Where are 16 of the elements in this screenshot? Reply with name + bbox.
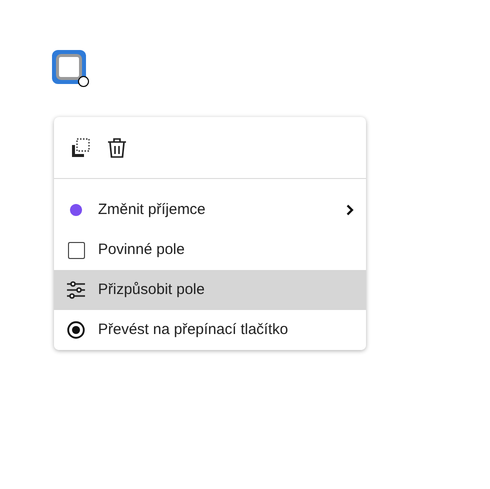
menu-item[interactable]: Přizpůsobit pole — [54, 270, 366, 310]
menu-item-label: Převést na přepínací tlačítko — [98, 320, 290, 340]
form-field[interactable] — [52, 50, 86, 84]
delete-icon[interactable] — [106, 136, 128, 158]
chevron-right-icon — [346, 204, 354, 216]
radio-icon — [67, 321, 85, 339]
menu-item[interactable]: Povinné pole — [54, 230, 366, 270]
menu-item[interactable]: Změnit příjemce — [54, 190, 366, 230]
menu-item[interactable]: Převést na přepínací tlačítko — [54, 310, 366, 350]
sliders-icon — [66, 281, 86, 299]
resize-handle[interactable] — [78, 76, 89, 87]
duplicate-icon[interactable] — [70, 136, 92, 158]
menu-item-label: Změnit příjemce — [98, 200, 207, 220]
menu-item-label: Přizpůsobit pole — [98, 280, 206, 300]
menu-item-label: Povinné pole — [98, 240, 186, 260]
checkbox[interactable] — [68, 242, 84, 258]
